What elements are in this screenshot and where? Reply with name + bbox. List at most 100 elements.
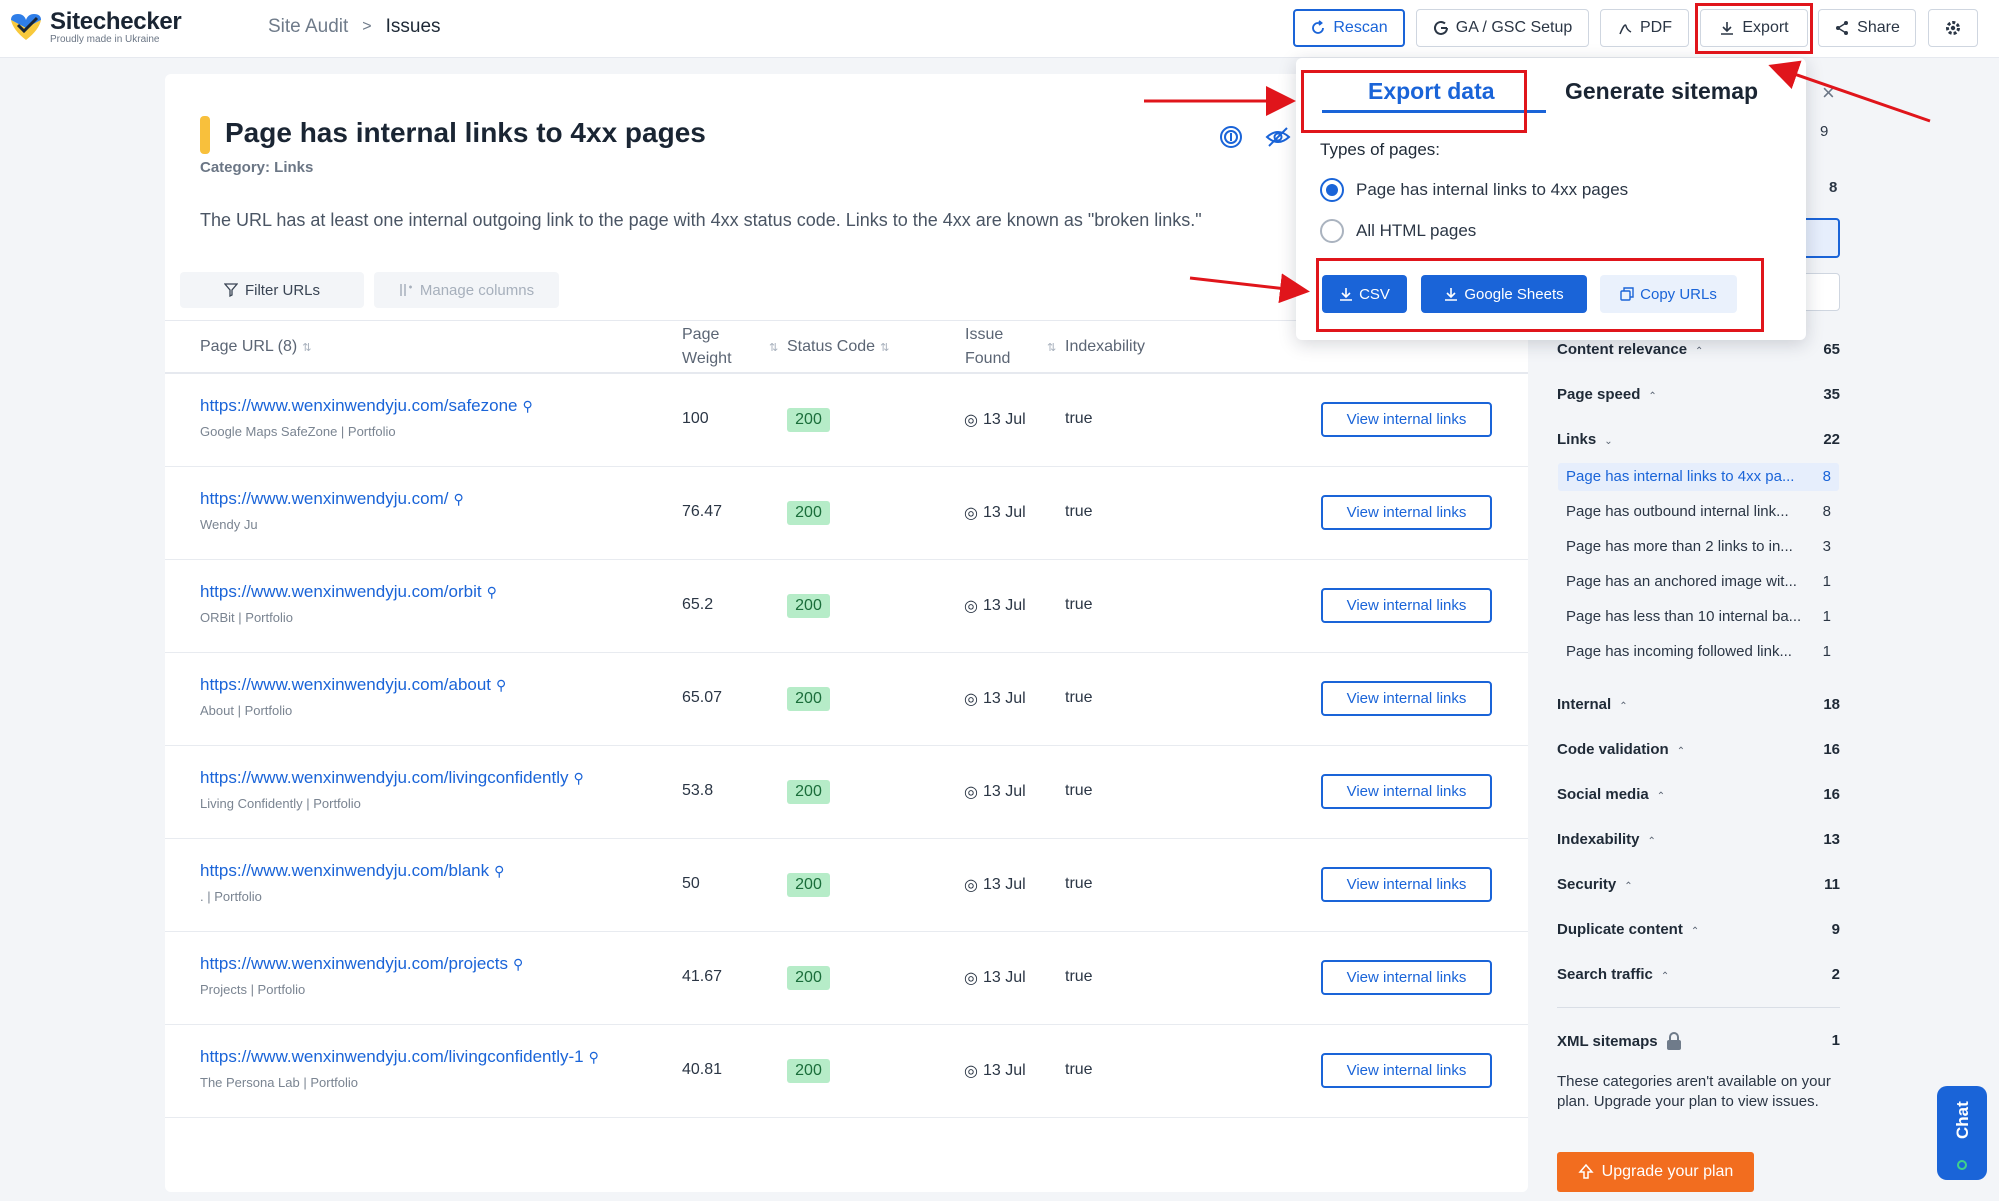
sidebar-item-outbound-internal[interactable]: Page has outbound internal link... 8 (1558, 498, 1839, 526)
logo[interactable]: Sitechecker Proudly made in Ukraine (8, 8, 182, 45)
rescan-button[interactable]: Rescan (1293, 9, 1405, 47)
sidebar-item-more-than-2-links[interactable]: Page has more than 2 links to in... 3 (1558, 533, 1839, 561)
breadcrumb-site-audit[interactable]: Site Audit (268, 16, 348, 38)
filter-urls-button[interactable]: Filter URLs (180, 272, 364, 308)
search-icon[interactable]: ⚲ (513, 956, 523, 973)
sidebar-category-security[interactable]: Security ⌃ 11 (1557, 876, 1840, 893)
google-icon (1433, 20, 1448, 35)
sidebar-item-anchored-image[interactable]: Page has an anchored image wit... 1 (1558, 568, 1839, 596)
tab-generate-sitemap[interactable]: Generate sitemap (1565, 78, 1758, 105)
radio-checked-icon (1320, 178, 1344, 202)
pdf-button[interactable]: PDF (1600, 9, 1689, 47)
hide-icon[interactable] (1265, 124, 1291, 150)
page-weight: 65.2 (682, 596, 714, 613)
fingerprint-icon: ◎ (964, 505, 978, 522)
sidebar-category-content-relevance[interactable]: Content relevance ⌃ 65 (1557, 341, 1840, 358)
issue-description: The URL has at least one internal outgoi… (200, 210, 1202, 230)
annotation-box-export-buttons (1316, 258, 1764, 332)
col-indexability[interactable]: Indexability (1065, 335, 1145, 359)
page-weight: 100 (682, 410, 709, 427)
col-issue-found[interactable]: Issue Found (965, 323, 1010, 371)
radio-issue-pages-label: Page has internal links to 4xx pages (1356, 180, 1629, 199)
indexability-value: true (1065, 689, 1093, 706)
manage-columns-button[interactable]: Manage columns (374, 272, 559, 308)
page-url-link[interactable]: https://www.wenxinwendyju.com/about ⚲ (200, 675, 506, 695)
table-row: https://www.wenxinwendyju.com/about ⚲ Abo… (165, 653, 1528, 746)
view-internal-links-button[interactable]: View internal links (1321, 402, 1492, 437)
view-internal-links-button[interactable]: View internal links (1321, 960, 1492, 995)
col-page-weight[interactable]: Page Weight (682, 323, 732, 371)
share-button[interactable]: Share (1818, 9, 1916, 47)
chat-widget-button[interactable]: Chat (1937, 1086, 1987, 1180)
share-label: Share (1857, 19, 1900, 36)
view-internal-links-button[interactable]: View internal links (1321, 1053, 1492, 1088)
breadcrumb-issues: Issues (385, 16, 441, 37)
page-url-link[interactable]: https://www.wenxinwendyju.com/livingconf… (200, 768, 584, 788)
col-issue-found-label-2: Found (965, 350, 1011, 367)
view-internal-links-button[interactable]: View internal links (1321, 867, 1492, 902)
sidebar-category-code-validation[interactable]: Code validation ⌃ 16 (1557, 741, 1840, 758)
breadcrumb-separator: > (362, 18, 372, 35)
sidebar-item-incoming-followed[interactable]: Page has incoming followed link... 1 (1558, 638, 1839, 666)
sidebar-category-search-traffic[interactable]: Search traffic ⌃ 2 (1557, 966, 1840, 983)
search-icon[interactable]: ⚲ (494, 863, 504, 880)
col-weight-sort-icon[interactable]: ⇅ (764, 335, 778, 360)
upgrade-plan-button[interactable]: Upgrade your plan (1557, 1152, 1754, 1192)
issue-priority-marker (200, 116, 210, 154)
issue-found: ◎ 13 Jul (964, 783, 1026, 801)
sidebar-category-page-speed[interactable]: Page speed ⌃ 35 (1557, 386, 1840, 403)
radio-all-html-pages[interactable]: All HTML pages (1320, 219, 1476, 243)
sort-icon: ⇅ (302, 342, 312, 354)
fingerprint-icon: ◎ (964, 412, 978, 429)
sidebar-category-duplicate-content[interactable]: Duplicate content ⌃ 9 (1557, 921, 1840, 938)
view-internal-links-button[interactable]: View internal links (1321, 681, 1492, 716)
view-internal-links-button[interactable]: View internal links (1321, 588, 1492, 623)
page-url-link[interactable]: https://www.wenxinwendyju.com/livingconf… (200, 1047, 599, 1067)
close-icon[interactable]: × (1822, 80, 1835, 106)
chevron-up-icon: ⌃ (1647, 836, 1656, 847)
search-icon[interactable]: ⚲ (589, 1049, 599, 1066)
radio-issue-pages[interactable]: Page has internal links to 4xx pages (1320, 178, 1628, 202)
ga-gsc-setup-button[interactable]: GA / GSC Setup (1416, 9, 1589, 47)
col-found-sort-icon[interactable]: ⇅ (1042, 335, 1056, 360)
col-issue-found-label-1: Issue (965, 326, 1004, 343)
page-url-link[interactable]: https://www.wenxinwendyju.com/blank ⚲ (200, 861, 504, 881)
col-status-code[interactable]: Status Code ⇅ (787, 335, 889, 360)
search-icon[interactable]: ⚲ (487, 584, 497, 601)
sidebar-item-less-than-10-backlinks[interactable]: Page has less than 10 internal ba... 1 (1558, 603, 1839, 631)
search-icon[interactable]: ⚲ (454, 491, 464, 508)
logo-heart-icon (8, 12, 44, 42)
plan-upgrade-note: These categories aren't available on you… (1557, 1073, 1831, 1110)
page-weight: 76.47 (682, 503, 723, 520)
col-page-url[interactable]: Page URL (8) ⇅ (200, 335, 311, 360)
chevron-up-icon: ⌃ (1660, 971, 1670, 982)
search-icon[interactable]: ⚲ (496, 677, 506, 694)
fingerprint-icon: ◎ (964, 1063, 978, 1080)
search-icon[interactable]: ⚲ (523, 398, 533, 415)
fingerprint-icon[interactable] (1218, 124, 1244, 150)
sidebar-category-indexability[interactable]: Indexability ⌃ 13 (1557, 831, 1840, 848)
logo-name: Sitechecker (50, 8, 182, 35)
sidebar-category-xml-sitemaps[interactable]: XML sitemaps 1 (1557, 1032, 1840, 1050)
search-icon[interactable]: ⚲ (574, 770, 584, 787)
chevron-up-icon: ⌃ (1695, 346, 1704, 357)
radio-all-html-label: All HTML pages (1356, 221, 1477, 240)
sidebar-category-internal[interactable]: Internal ⌃ 18 (1557, 696, 1840, 713)
columns-icon (400, 284, 412, 296)
issue-found: ◎ 13 Jul (964, 411, 1026, 429)
sidebar-category-social-media[interactable]: Social media ⌃ 16 (1557, 786, 1840, 803)
sidebar-item-internal-4xx[interactable]: Page has internal links to 4xx pa... 8 (1558, 463, 1839, 491)
view-internal-links-button[interactable]: View internal links (1321, 495, 1492, 530)
types-of-pages-label: Types of pages: (1320, 140, 1441, 159)
page-url-link[interactable]: https://www.wenxinwendyju.com/⚲ (200, 489, 464, 509)
page-title-text: About | Portfolio (200, 703, 293, 718)
page-url-link[interactable]: https://www.wenxinwendyju.com/projects ⚲ (200, 954, 523, 974)
page-url-link[interactable]: https://www.wenxinwendyju.com/safezone ⚲ (200, 396, 533, 416)
sidebar-divider (1557, 1007, 1840, 1008)
view-internal-links-button[interactable]: View internal links (1321, 774, 1492, 809)
col-page-weight-label-2: Weight (682, 350, 732, 367)
page-url-link[interactable]: https://www.wenxinwendyju.com/orbit ⚲ (200, 582, 497, 602)
settings-button[interactable] (1928, 9, 1978, 47)
fingerprint-icon: ◎ (964, 784, 978, 801)
sidebar-category-links[interactable]: Links ⌄ 22 (1557, 431, 1840, 448)
